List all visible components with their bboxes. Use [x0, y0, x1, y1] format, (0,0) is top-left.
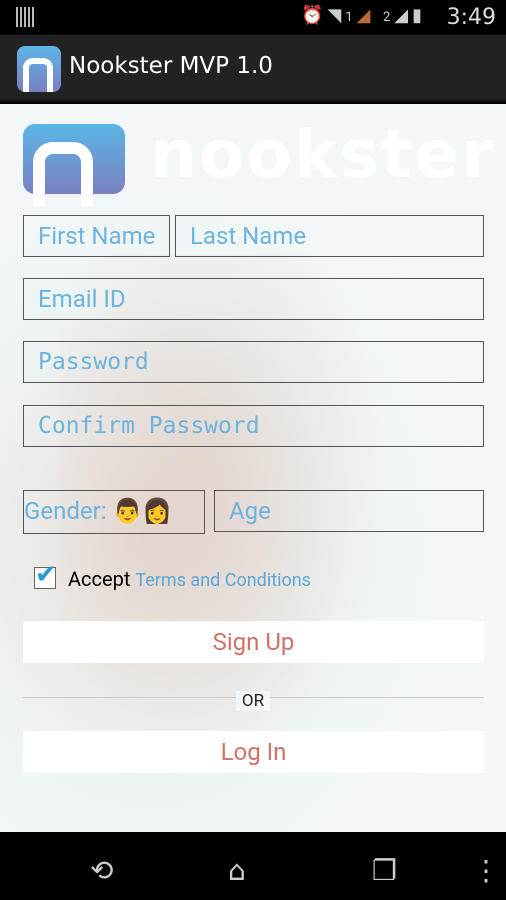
- log-in-button[interactable]: Log In: [23, 731, 484, 773]
- recent-apps-icon[interactable]: ❐: [372, 854, 397, 887]
- accept-row: Accept Terms and Conditions: [68, 567, 311, 591]
- gender-selector[interactable]: Gender: 👨👩: [23, 490, 205, 534]
- home-icon[interactable]: ⌂: [228, 854, 246, 887]
- confirm-password-input[interactable]: Confirm Password: [23, 405, 484, 447]
- brand-wordmark: nookster: [150, 116, 496, 193]
- clock: 3:49: [446, 5, 496, 30]
- battery-icon: ▮: [412, 5, 426, 26]
- accept-label: Accept: [68, 567, 131, 591]
- action-bar: Nookster MVP 1.0: [0, 35, 506, 102]
- sim1-label: 1: [345, 10, 357, 25]
- status-icons: ⏰◥1◢ 2◢▮: [301, 5, 426, 26]
- sim2-label: 2: [382, 10, 395, 25]
- password-input[interactable]: Password: [23, 341, 484, 383]
- gender-label: Gender:: [24, 497, 107, 525]
- notification-icon: [16, 7, 34, 27]
- app-title: Nookster MVP 1.0: [69, 53, 273, 79]
- background-photo: [60, 254, 420, 814]
- signup-screen: nookster First Name Last Name Email ID P…: [0, 104, 506, 832]
- back-icon[interactable]: ⟲: [90, 854, 113, 887]
- sign-up-button[interactable]: Sign Up: [23, 621, 484, 663]
- or-separator: OR: [0, 691, 506, 711]
- email-input[interactable]: Email ID: [23, 278, 484, 320]
- terms-link[interactable]: Terms and Conditions: [135, 570, 311, 591]
- or-label: OR: [235, 691, 271, 711]
- male-icon[interactable]: 👨: [113, 497, 143, 525]
- age-input[interactable]: Age: [214, 490, 484, 532]
- wifi-icon: ◥: [327, 5, 346, 26]
- brand-logo-icon: [23, 124, 125, 206]
- menu-icon[interactable]: ⋮: [472, 854, 500, 887]
- app-logo-icon[interactable]: [17, 46, 61, 92]
- alarm-icon: ⏰: [301, 5, 328, 26]
- navigation-bar: ⟲ ⌂ ❐ ⋮: [0, 832, 506, 900]
- accept-checkbox[interactable]: [34, 560, 57, 590]
- signal-1-icon: ◢: [356, 5, 375, 26]
- signal-2-icon: ◢: [394, 5, 413, 26]
- first-name-input[interactable]: First Name: [23, 215, 170, 257]
- last-name-input[interactable]: Last Name: [175, 215, 484, 257]
- female-icon[interactable]: 👩: [142, 497, 172, 525]
- status-bar: ⏰◥1◢ 2◢▮ 3:49: [0, 0, 506, 35]
